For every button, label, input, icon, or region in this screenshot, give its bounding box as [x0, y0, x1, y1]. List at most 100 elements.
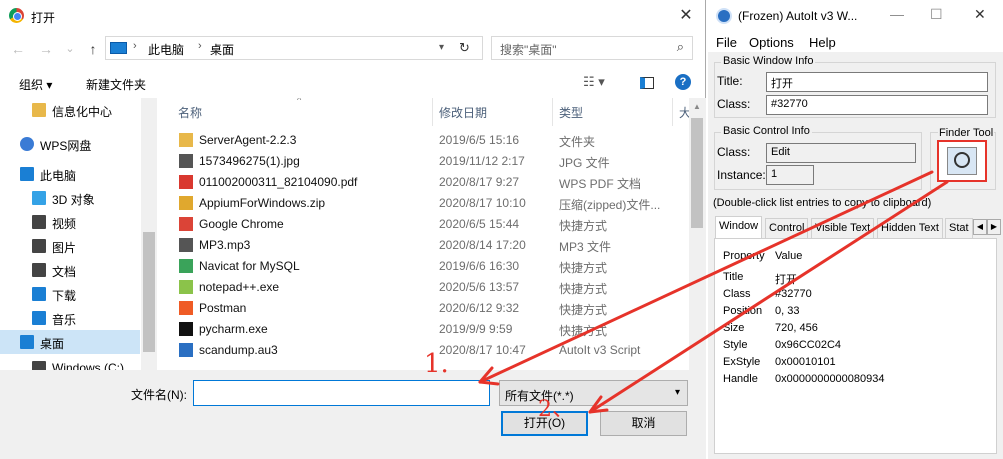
- help-icon[interactable]: ?: [675, 74, 691, 90]
- tab-visible-text[interactable]: Visible Text: [811, 218, 875, 238]
- window-class-field[interactable]: #32770: [766, 95, 988, 115]
- instance-field[interactable]: 1: [766, 165, 814, 185]
- sidebar-scrollbar[interactable]: [141, 98, 157, 370]
- tab-hidden-text[interactable]: Hidden Text: [877, 218, 943, 238]
- file-name: 1573496275(1).jpg: [199, 154, 300, 168]
- file-row[interactable]: Navicat for MySQL 2019/6/6 16:30 快捷方式: [167, 256, 677, 277]
- property-name[interactable]: Size: [723, 322, 744, 334]
- sidebar-item[interactable]: WPS网盘: [0, 132, 140, 156]
- property-value[interactable]: 0x0000000000080934: [775, 373, 885, 385]
- property-name[interactable]: Title: [723, 271, 743, 283]
- column-divider[interactable]: [672, 98, 673, 126]
- minimize-icon[interactable]: —: [890, 6, 904, 22]
- column-header-type[interactable]: 类型: [559, 104, 583, 121]
- tab-scroll-right-icon[interactable]: ▶: [987, 219, 1001, 235]
- property-value[interactable]: 720, 456: [775, 322, 818, 334]
- file-row[interactable]: pycharm.exe 2019/9/9 9:59 快捷方式: [167, 319, 677, 340]
- property-name[interactable]: Position: [723, 305, 762, 317]
- view-options-icon[interactable]: ☷ ▾: [583, 74, 605, 90]
- file-type: WPS PDF 文档: [559, 177, 642, 191]
- column-header-name[interactable]: 名称: [178, 104, 202, 121]
- tab-control[interactable]: Control: [765, 218, 809, 238]
- file-name: MP3.mp3: [199, 238, 251, 252]
- search-icon: ⌕: [676, 39, 684, 54]
- property-name[interactable]: ExStyle: [723, 356, 760, 368]
- file-type: 压缩(zipped)文件...: [559, 198, 661, 212]
- scrollbar-thumb[interactable]: [691, 118, 703, 228]
- up-arrow-icon[interactable]: ↑: [83, 39, 103, 59]
- sidebar-item[interactable]: 桌面: [0, 330, 140, 354]
- sidebar-item-label: WPS网盘: [40, 139, 92, 153]
- file-row[interactable]: notepad++.exe 2020/5/6 13:57 快捷方式: [167, 277, 677, 298]
- breadcrumb-this-pc[interactable]: 此电脑: [148, 41, 184, 58]
- property-name[interactable]: Handle: [723, 373, 758, 385]
- property-value[interactable]: 0x96CC02C4: [775, 339, 841, 351]
- file-row[interactable]: Postman 2020/6/12 9:32 快捷方式: [167, 298, 677, 319]
- control-class-field[interactable]: Edit: [766, 143, 916, 163]
- sidebar-item-label: 3D 对象: [52, 193, 95, 207]
- open-button[interactable]: 打开(O): [501, 411, 588, 436]
- breadcrumb-desktop[interactable]: 桌面: [210, 41, 234, 58]
- menu-file[interactable]: File: [716, 35, 737, 50]
- close-icon[interactable]: ✕: [674, 4, 698, 28]
- property-name[interactable]: Style: [723, 339, 747, 351]
- chevron-down-icon[interactable]: ▾: [439, 42, 444, 53]
- file-list-scrollbar[interactable]: ▲: [689, 98, 706, 370]
- property-value[interactable]: 打开: [775, 271, 797, 287]
- sidebar-item[interactable]: 文档: [0, 258, 140, 282]
- file-row[interactable]: Google Chrome 2020/6/5 15:44 快捷方式: [167, 214, 677, 235]
- maximize-icon[interactable]: ☐: [930, 6, 943, 23]
- refresh-icon[interactable]: ↻: [459, 40, 470, 56]
- property-value[interactable]: 0x00010101: [775, 356, 836, 368]
- window-title-field[interactable]: 打开: [766, 72, 988, 92]
- filename-label: 文件名(N):: [131, 388, 187, 402]
- menu-help[interactable]: Help: [809, 35, 836, 50]
- tab-window[interactable]: Window: [715, 216, 763, 238]
- forward-arrow-icon[interactable]: →: [36, 39, 56, 59]
- file-row[interactable]: 1573496275(1).jpg 2019/11/12 2:17 JPG 文件: [167, 151, 677, 172]
- sort-indicator-icon: ^: [297, 98, 302, 105]
- recent-locations-icon[interactable]: ⌄: [60, 39, 80, 59]
- column-header-size[interactable]: 大: [679, 104, 689, 121]
- file-row[interactable]: ServerAgent-2.2.3 2019/6/5 15:16 文件夹: [167, 130, 677, 151]
- tab-statusbar[interactable]: Stat: [945, 218, 973, 238]
- music-icon: [32, 311, 46, 325]
- back-arrow-icon[interactable]: ←: [8, 39, 28, 59]
- address-bar[interactable]: › 此电脑 › 桌面 ▾ ↻: [105, 36, 483, 60]
- sidebar-item-label: 下载: [52, 289, 77, 303]
- scroll-up-icon[interactable]: ▲: [693, 102, 701, 111]
- file-row[interactable]: MP3.mp3 2020/8/14 17:20 MP3 文件: [167, 235, 677, 256]
- sidebar-item[interactable]: 视频: [0, 210, 140, 234]
- new-folder-button[interactable]: 新建文件夹: [86, 76, 146, 93]
- sidebar-item[interactable]: Windows (C:): [0, 356, 140, 370]
- sidebar-item[interactable]: 下载: [0, 282, 140, 306]
- preview-pane-icon[interactable]: [640, 77, 654, 89]
- sidebar-item[interactable]: 信息化中心: [0, 98, 140, 122]
- sidebar-item[interactable]: 此电脑: [0, 162, 140, 186]
- property-value[interactable]: #32770: [775, 288, 812, 300]
- finder-tool[interactable]: [937, 140, 987, 182]
- property-value[interactable]: 0, 33: [775, 305, 799, 317]
- filename-input[interactable]: [193, 380, 490, 406]
- tab-scroll-left-icon[interactable]: ◀: [973, 219, 987, 235]
- organize-button[interactable]: 组织 ▾: [19, 76, 52, 93]
- sidebar-item[interactable]: 音乐: [0, 306, 140, 330]
- menu-options[interactable]: Options: [749, 35, 794, 50]
- autoit-logo-icon: [716, 8, 732, 24]
- file-type-select[interactable]: 所有文件(*.*) ▾: [499, 380, 688, 406]
- column-divider[interactable]: [552, 98, 553, 126]
- column-header-date[interactable]: 修改日期: [439, 104, 487, 121]
- file-date: 2019/11/12 2:17: [439, 154, 525, 168]
- sidebar-item-label: 音乐: [52, 313, 77, 327]
- column-divider[interactable]: [432, 98, 433, 126]
- property-name[interactable]: Class: [723, 288, 751, 300]
- sidebar-item[interactable]: 图片: [0, 234, 140, 258]
- cancel-button[interactable]: 取消: [600, 411, 687, 436]
- file-row[interactable]: 011002000311_82104090.pdf 2020/8/17 9:27 W…: [167, 172, 677, 193]
- search-box[interactable]: 搜索"桌面" ⌕: [491, 36, 693, 60]
- close-icon[interactable]: ✕: [974, 6, 986, 23]
- scrollbar-thumb[interactable]: [143, 232, 155, 352]
- file-row[interactable]: scandump.au3 2020/8/17 10:47 AutoIt v3 Scr…: [167, 340, 677, 361]
- file-row[interactable]: AppiumForWindows.zip 2020/8/17 10:10 压缩(zi…: [167, 193, 677, 214]
- sidebar-item[interactable]: 3D 对象: [0, 186, 140, 210]
